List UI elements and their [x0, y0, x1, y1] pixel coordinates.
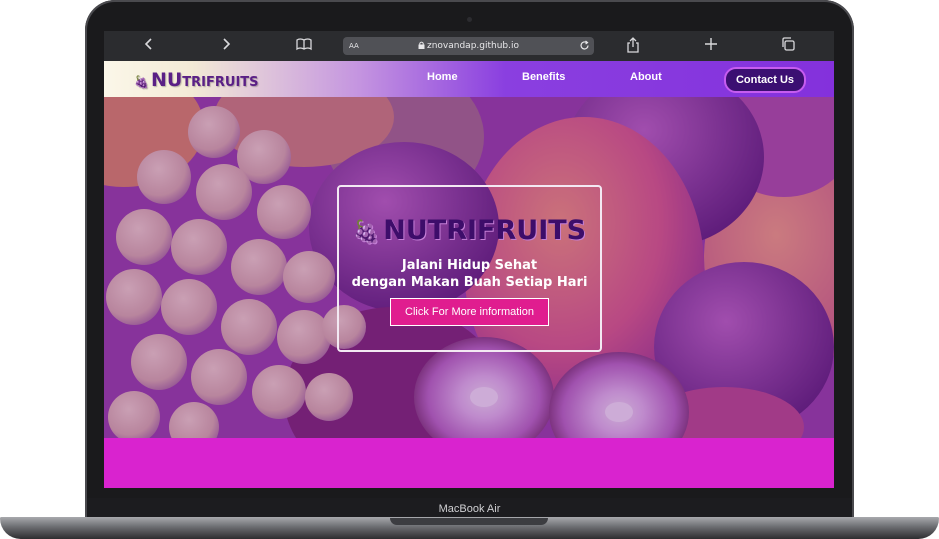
- hero-brand-text: NUTRIFRUITS: [383, 215, 587, 246]
- site-navbar: 🍇 NUTRIFRUITS Home Benefits About Contact…: [104, 61, 834, 97]
- camera-dot: [467, 17, 472, 22]
- nav-link-home[interactable]: Home: [427, 71, 458, 83]
- share-icon[interactable]: [626, 37, 640, 55]
- device-label: MacBook Air: [438, 503, 501, 515]
- logo-nu: NU: [150, 69, 183, 91]
- nav-link-about[interactable]: About: [630, 71, 662, 83]
- grape-icon: 🍇: [352, 220, 381, 245]
- more-information-button[interactable]: Click For More information: [390, 298, 549, 326]
- hero-tagline-line1: Jalani Hidup Sehat: [401, 258, 538, 273]
- chevron-right-icon[interactable]: [219, 37, 233, 55]
- hero-section: 🍇 NUTRIFRUITS Jalani Hidup Sehat dengan M…: [104, 97, 834, 438]
- nav-link-benefits[interactable]: Benefits: [522, 71, 565, 83]
- reload-icon[interactable]: [579, 37, 590, 55]
- browser-toolbar: AA znovandap.github.io: [104, 31, 834, 61]
- site-logo[interactable]: 🍇 NUTRIFRUITS: [134, 69, 259, 91]
- url-wrap: znovandap.github.io: [343, 37, 594, 55]
- screen: AA znovandap.github.io 🍇 NUTRIFRUITS Home…: [104, 31, 834, 488]
- lock-icon: [418, 41, 425, 49]
- plus-icon[interactable]: [704, 37, 718, 55]
- laptop-hinge-notch: [390, 518, 548, 525]
- magenta-section-band: [104, 438, 834, 488]
- address-bar[interactable]: AA znovandap.github.io: [343, 37, 594, 55]
- hero-tagline-line2: dengan Makan Buah Setiap Hari: [351, 275, 588, 290]
- tabs-icon[interactable]: [781, 37, 795, 55]
- hero-brand: 🍇 NUTRIFRUITS: [339, 215, 600, 246]
- chevron-left-icon[interactable]: [142, 37, 156, 55]
- url-text: znovandap.github.io: [426, 41, 519, 51]
- contact-us-button[interactable]: Contact Us: [724, 67, 806, 93]
- hero-card: 🍇 NUTRIFRUITS Jalani Hidup Sehat dengan M…: [337, 185, 602, 352]
- book-icon[interactable]: [296, 37, 312, 55]
- grape-icon: 🍇: [134, 75, 149, 89]
- logo-rest: TRIFRUITS: [182, 75, 259, 90]
